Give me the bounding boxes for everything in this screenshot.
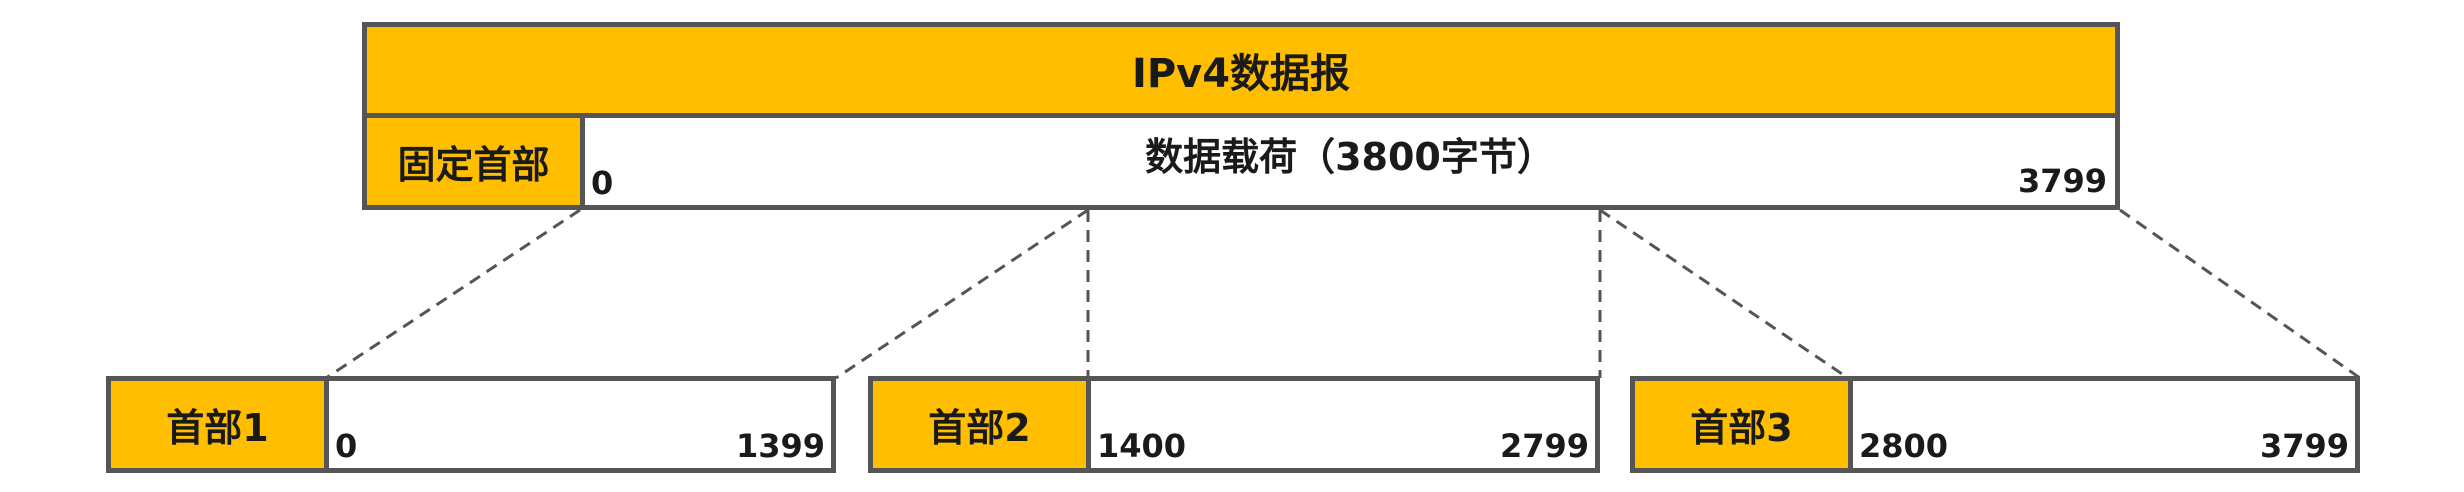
- fragment-2-start: 1400: [1097, 427, 1187, 465]
- fragment-1-start: 0: [335, 427, 358, 465]
- fragment-1-header-label: 首部1: [166, 406, 269, 450]
- fragment-1-payload: 0 1399: [324, 376, 836, 473]
- payload-label: 数据载荷（3800字节）: [1145, 135, 1555, 179]
- connector-frag3-left: [1599, 208, 1849, 380]
- fragment-3-header: 首部3: [1630, 376, 1853, 473]
- payload-end: 3799: [2017, 162, 2107, 200]
- payload-start: 0: [591, 164, 614, 202]
- connector-frag3-right: [2119, 208, 2361, 380]
- fragment-3-payload: 2800 3799: [1848, 376, 2360, 473]
- datagram-title-bar: IPv4数据报: [362, 22, 2120, 118]
- connector-frag1-left: [325, 208, 581, 380]
- fixed-header-box: 固定首部: [362, 113, 585, 210]
- datagram-title: IPv4数据报: [1131, 51, 1351, 97]
- fragment-2-header-label: 首部2: [928, 406, 1031, 450]
- fragment-1-end: 1399: [735, 427, 825, 465]
- payload-box: 数据载荷（3800字节） 0 3799: [580, 113, 2120, 210]
- fragment-3-start: 2800: [1859, 427, 1949, 465]
- fragment-2-end: 2799: [1499, 427, 1589, 465]
- fragment-3-header-label: 首部3: [1690, 406, 1793, 450]
- fragment-1-header: 首部1: [106, 376, 329, 473]
- fragment-2-header: 首部2: [868, 376, 1091, 473]
- fragment-2-payload: 1400 2799: [1086, 376, 1600, 473]
- fragment-3-end: 3799: [2259, 427, 2349, 465]
- fixed-header-label: 固定首部: [397, 143, 550, 187]
- connector-frag1-right: [835, 208, 1089, 380]
